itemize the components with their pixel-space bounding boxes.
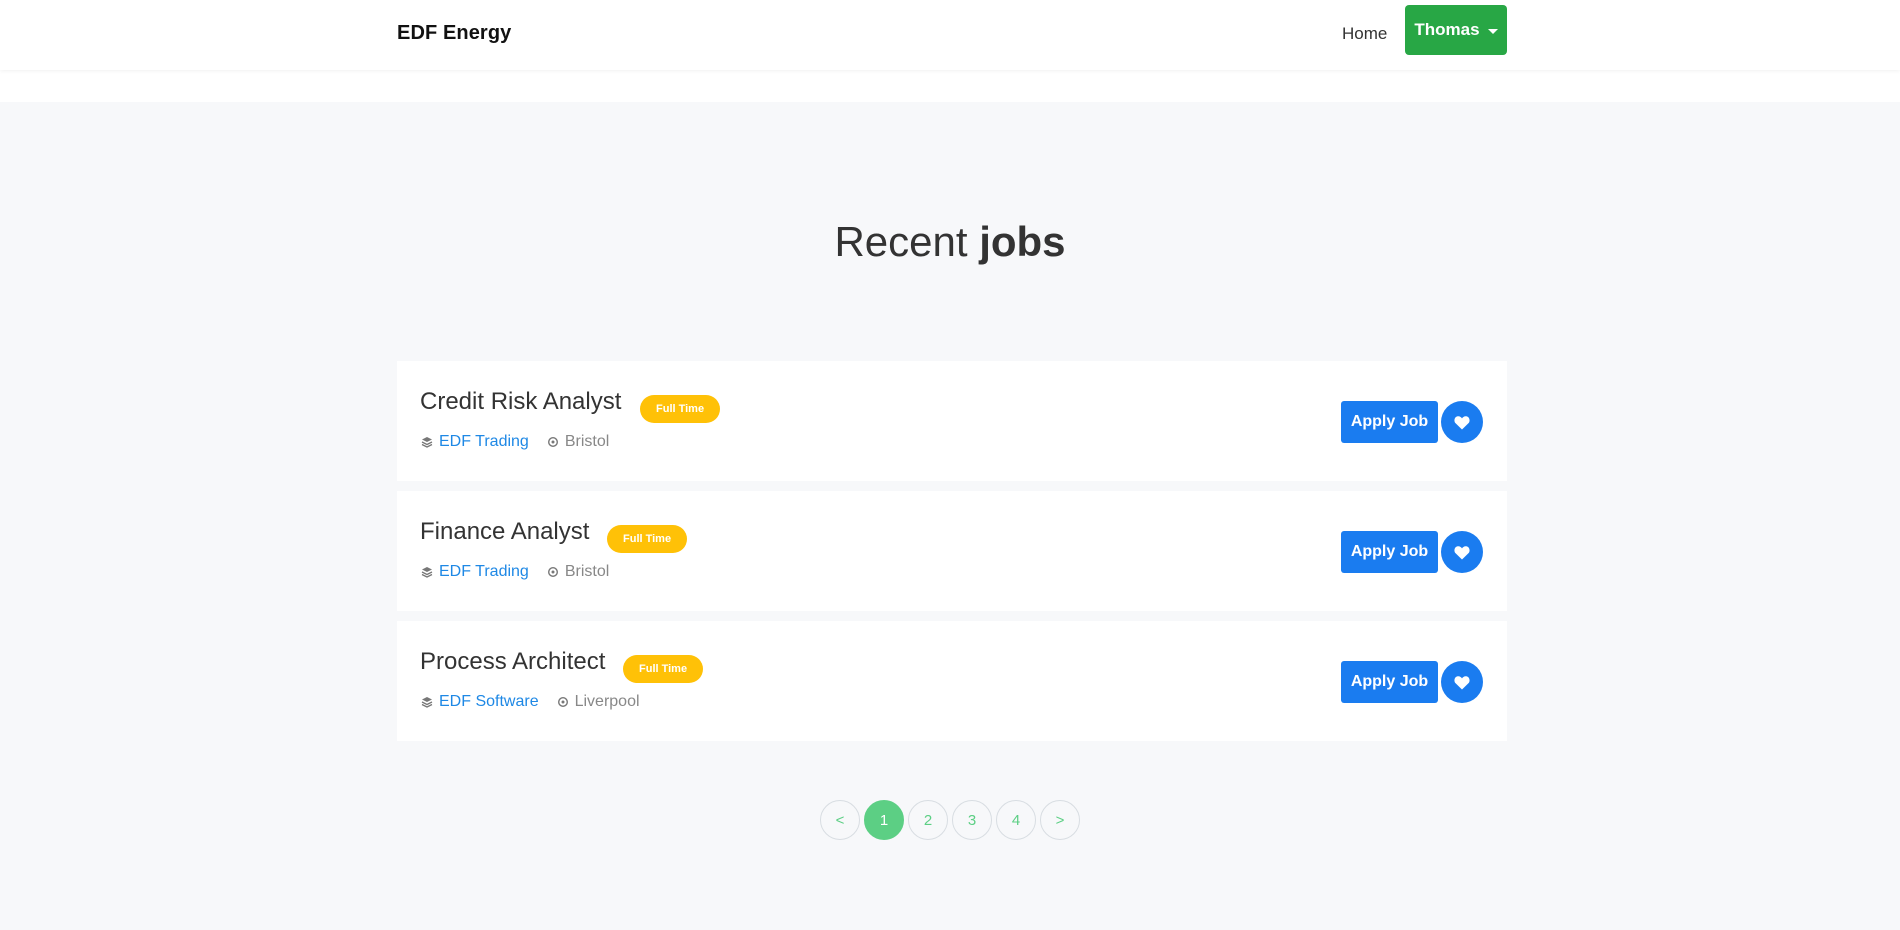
layers-icon (421, 567, 433, 578)
job-location: Bristol (564, 563, 610, 580)
nav-home-link[interactable]: Home (1342, 24, 1387, 44)
job-company-link[interactable]: EDF Software (439, 693, 539, 711)
job-card: Credit Risk Analyst Full Time EDF Tradin… (397, 361, 1507, 481)
heart-icon (1454, 415, 1470, 429)
heart-icon (1454, 545, 1470, 559)
apply-job-button[interactable]: Apply Job (1341, 531, 1438, 573)
favorite-button[interactable] (1441, 661, 1483, 703)
job-location: Bristol (564, 433, 610, 450)
brand-logo-text[interactable]: EDF Energy (397, 22, 511, 45)
job-type-badge: Full Time (640, 395, 721, 423)
pagination-page-4[interactable]: 4 (996, 800, 1036, 840)
user-menu-button[interactable]: Thomas (1405, 5, 1507, 55)
job-title[interactable]: Finance Analyst (420, 518, 589, 546)
location-pin-icon (557, 696, 568, 708)
pagination-next-button[interactable]: > (1040, 800, 1080, 840)
section-title: Recent jobs (0, 218, 1900, 266)
job-company-link[interactable]: EDF Trading (439, 563, 529, 581)
apply-job-button[interactable]: Apply Job (1341, 661, 1438, 703)
pagination-page-2[interactable]: 2 (908, 800, 948, 840)
apply-job-button[interactable]: Apply Job (1341, 401, 1438, 443)
pagination: < 1 2 3 4 > (820, 800, 1080, 840)
job-meta: EDF Software Liverpool (421, 693, 640, 711)
job-type-badge: Full Time (607, 525, 688, 553)
job-meta: EDF Trading Bristol (421, 563, 609, 581)
job-meta: EDF Trading Bristol (421, 433, 609, 451)
job-type-badge: Full Time (623, 655, 704, 683)
section-title-bold: jobs (979, 218, 1066, 265)
job-card: Process Architect Full Time EDF Software… (397, 621, 1507, 741)
top-navbar: EDF Energy Home Thomas (0, 0, 1900, 70)
layers-icon (421, 437, 433, 448)
caret-down-icon (1487, 28, 1498, 34)
job-title[interactable]: Process Architect (420, 648, 605, 676)
job-location: Liverpool (574, 693, 640, 710)
heart-icon (1454, 675, 1470, 689)
pagination-prev-button[interactable]: < (820, 800, 860, 840)
user-menu-label: Thomas (1414, 20, 1480, 39)
job-card: Finance Analyst Full Time EDF Trading Br… (397, 491, 1507, 611)
job-company-link[interactable]: EDF Trading (439, 433, 529, 451)
favorite-button[interactable] (1441, 401, 1483, 443)
layers-icon (421, 697, 433, 708)
favorite-button[interactable] (1441, 531, 1483, 573)
location-pin-icon (547, 436, 558, 448)
pagination-page-1[interactable]: 1 (864, 800, 904, 840)
location-pin-icon (547, 566, 558, 578)
job-title[interactable]: Credit Risk Analyst (420, 388, 621, 416)
pagination-page-3[interactable]: 3 (952, 800, 992, 840)
section-title-regular: Recent (834, 218, 980, 265)
